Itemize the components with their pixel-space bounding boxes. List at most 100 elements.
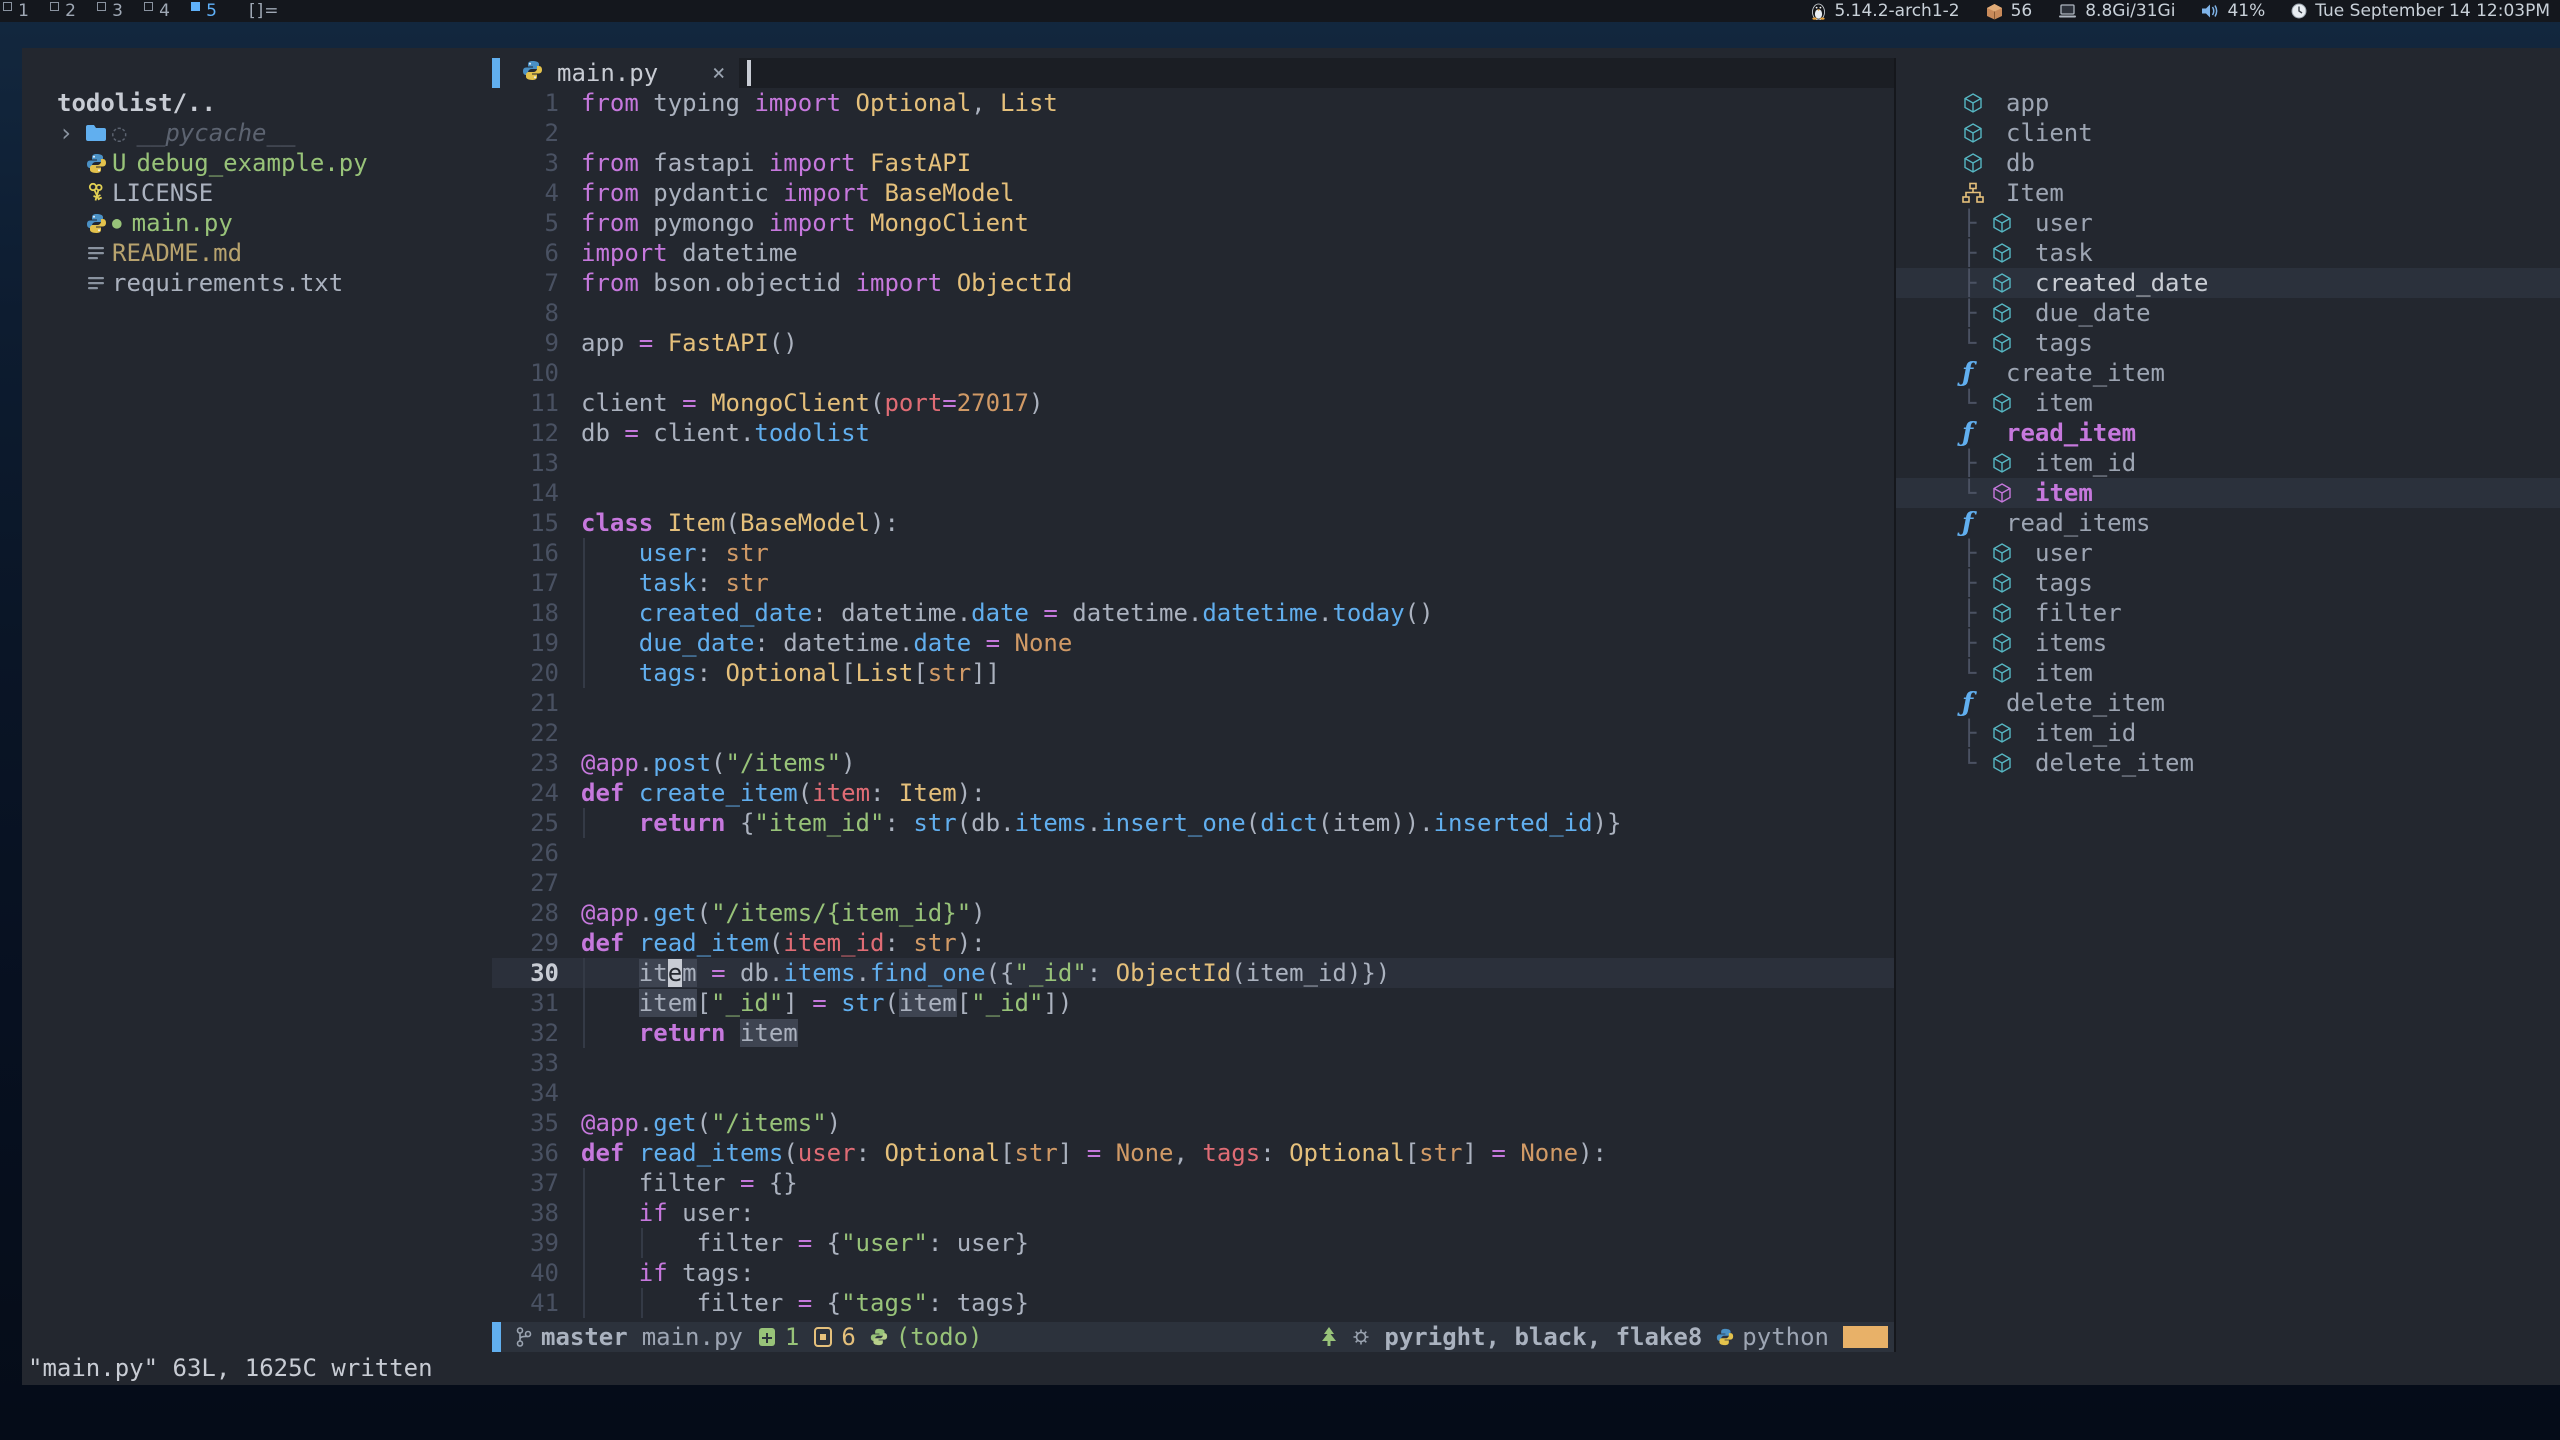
symbol-created_date[interactable]: ├created_date (1896, 268, 2560, 298)
code-line[interactable]: 35@app.get("/items") (492, 1108, 1894, 1138)
symbol-task[interactable]: ├task (1896, 238, 2560, 268)
symbol-read_items[interactable]: ƒread_items (1896, 508, 2560, 538)
tree-item-main.py[interactable]: ●main.py (22, 208, 492, 238)
symbol-tags[interactable]: ├tags (1896, 568, 2560, 598)
lines-icon (80, 275, 112, 291)
variable-icon (1991, 212, 2035, 234)
code-line[interactable]: 17 task: str (492, 568, 1894, 598)
code-line[interactable]: 6import datetime (492, 238, 1894, 268)
code-line[interactable]: 10 (492, 358, 1894, 388)
code-line[interactable]: 37 filter = {} (492, 1168, 1894, 1198)
code-line[interactable]: 12db = client.todolist (492, 418, 1894, 448)
symbol-item[interactable]: └item (1896, 388, 2560, 418)
code-line[interactable]: 1from typing import Optional, List (492, 88, 1894, 118)
symbol-items[interactable]: ├items (1896, 628, 2560, 658)
symbol-create_item[interactable]: ƒcreate_item (1896, 358, 2560, 388)
workspace-indicator (97, 2, 106, 11)
symbol-tags[interactable]: └tags (1896, 328, 2560, 358)
code-line[interactable]: 16 user: str (492, 538, 1894, 568)
tree-connector: └ (1962, 748, 1991, 778)
line-number: 26 (492, 838, 559, 868)
symbol-user[interactable]: ├user (1896, 538, 2560, 568)
line-number: 14 (492, 478, 559, 508)
tree-icon (1320, 1326, 1338, 1348)
code-line[interactable]: 9app = FastAPI() (492, 328, 1894, 358)
symbol-user[interactable]: ├user (1896, 208, 2560, 238)
code-line[interactable]: 22 (492, 718, 1894, 748)
code-line[interactable]: 5from pymongo import MongoClient (492, 208, 1894, 238)
file-status-badge: U (112, 148, 126, 178)
tree-item-license[interactable]: LICENSE (22, 178, 492, 208)
code-line[interactable]: 15class Item(BaseModel): (492, 508, 1894, 538)
code-line[interactable]: 34 (492, 1078, 1894, 1108)
code-line[interactable]: 27 (492, 868, 1894, 898)
workspace-2[interactable]: 2 (47, 0, 94, 22)
symbol-delete_item[interactable]: ƒdelete_item (1896, 688, 2560, 718)
symbol-item_id[interactable]: ├item_id (1896, 718, 2560, 748)
code-line[interactable]: 7from bson.objectid import ObjectId (492, 268, 1894, 298)
symbol-db[interactable]: db (1896, 148, 2560, 178)
code-line[interactable]: 21 (492, 688, 1894, 718)
code-line[interactable]: 14 (492, 478, 1894, 508)
code-line[interactable]: 24def create_item(item: Item): (492, 778, 1894, 808)
line-number: 40 (492, 1258, 559, 1288)
code-line[interactable]: 29def read_item(item_id: str): (492, 928, 1894, 958)
variable-icon (1991, 632, 2035, 654)
tree-item-requirements.txt[interactable]: requirements.txt (22, 268, 492, 298)
symbol-client[interactable]: client (1896, 118, 2560, 148)
code-line[interactable]: 8 (492, 298, 1894, 328)
code-line[interactable]: 30 item = db.items.find_one({"_id": Obje… (492, 958, 1894, 988)
code-line[interactable]: 25 return {"item_id": str(db.items.inser… (492, 808, 1894, 838)
line-number: 27 (492, 868, 559, 898)
symbol-due_date[interactable]: ├due_date (1896, 298, 2560, 328)
workspace-3[interactable]: 3 (94, 0, 141, 22)
code-line[interactable]: 23@app.post("/items") (492, 748, 1894, 778)
chevron-right-icon[interactable]: › (22, 118, 80, 148)
tree-item-debug_example.py[interactable]: Udebug_example.py (22, 148, 492, 178)
workspace-1[interactable]: 1 (0, 0, 47, 22)
code-line[interactable]: 11client = MongoClient(port=27017) (492, 388, 1894, 418)
symbol-delete_item[interactable]: └delete_item (1896, 748, 2560, 778)
code-line[interactable]: 38 if user: (492, 1198, 1894, 1228)
tree-item-readme.md[interactable]: README.md (22, 238, 492, 268)
symbol-Item[interactable]: Item (1896, 178, 2560, 208)
code-line[interactable]: 31 item["_id"] = str(item["_id"]) (492, 988, 1894, 1018)
code-line[interactable]: 28@app.get("/items/{item_id}") (492, 898, 1894, 928)
tab-main-py[interactable]: main.py × (500, 58, 739, 88)
editor-window: todolist/.. ›◌__pycache__ Udebug_example… (22, 48, 2560, 1385)
line-number: 6 (492, 238, 559, 268)
code-line[interactable]: 2 (492, 118, 1894, 148)
status-volume: 41% (2201, 1, 2265, 21)
variable-icon (1962, 152, 2006, 174)
code-line[interactable]: 13 (492, 448, 1894, 478)
line-number: 10 (492, 358, 559, 388)
code-line[interactable]: 40 if tags: (492, 1258, 1894, 1288)
code-line[interactable]: 3from fastapi import FastAPI (492, 148, 1894, 178)
workspace-5[interactable]: 5 (188, 0, 235, 22)
code-line[interactable]: 33 (492, 1048, 1894, 1078)
line-number: 17 (492, 568, 559, 598)
symbol-filter[interactable]: ├filter (1896, 598, 2560, 628)
symbol-read_item[interactable]: ƒread_item (1896, 418, 2560, 448)
symbol-item[interactable]: └item (1896, 658, 2560, 688)
tree-connector: ├ (1962, 208, 1991, 238)
tree-item-__pycache__[interactable]: ›◌__pycache__ (22, 118, 492, 148)
tree-connector: ├ (1962, 268, 1991, 298)
code-line[interactable]: 19 due_date: datetime.date = None (492, 628, 1894, 658)
code-line[interactable]: 20 tags: Optional[List[str]] (492, 658, 1894, 688)
code-line[interactable]: 36def read_items(user: Optional[str] = N… (492, 1138, 1894, 1168)
code-line[interactable]: 4from pydantic import BaseModel (492, 178, 1894, 208)
workspace-4[interactable]: 4 (141, 0, 188, 22)
symbol-name: filter (2035, 598, 2122, 628)
code-line[interactable]: 39 filter = {"user": user} (492, 1228, 1894, 1258)
symbol-name: read_item (2006, 418, 2136, 448)
symbol-item[interactable]: └item (1896, 478, 2560, 508)
code-line[interactable]: 26 (492, 838, 1894, 868)
code-line[interactable]: 32 return item (492, 1018, 1894, 1048)
code-line[interactable]: 41 filter = {"tags": tags} (492, 1288, 1894, 1318)
code-area[interactable]: main.py × 1from typing import Optional, … (492, 48, 1894, 1322)
symbol-item_id[interactable]: ├item_id (1896, 448, 2560, 478)
tab-close-icon[interactable]: × (712, 61, 725, 86)
code-line[interactable]: 18 created_date: datetime.date = datetim… (492, 598, 1894, 628)
symbol-app[interactable]: app (1896, 88, 2560, 118)
